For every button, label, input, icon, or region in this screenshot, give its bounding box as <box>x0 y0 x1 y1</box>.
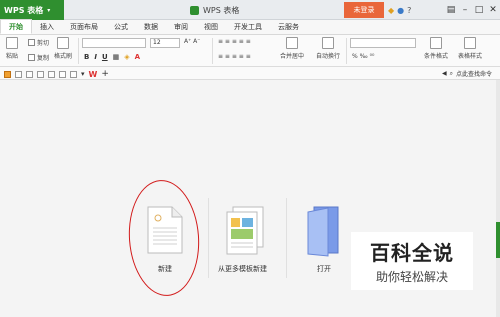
redo-icon[interactable] <box>70 70 77 78</box>
tab-insert[interactable]: 插入 <box>32 19 62 34</box>
window-controls: ▤ – □ ✕ <box>444 0 500 20</box>
new-from-template-label: 从更多模板新建 <box>218 265 267 273</box>
merge-icon <box>286 37 298 49</box>
new-document-icon <box>147 206 183 254</box>
bold-button[interactable]: B <box>84 53 89 61</box>
titlebar-icons: ◆ ● ? <box>388 0 411 20</box>
tab-view[interactable]: 视图 <box>196 19 226 34</box>
theme-icon[interactable]: ● <box>397 6 404 15</box>
tab-formulas[interactable]: 公式 <box>106 19 136 34</box>
app-menu-button[interactable]: WPS 表格 ▾ <box>0 0 64 20</box>
side-panel-edge <box>496 80 500 317</box>
number-format-select[interactable] <box>350 38 416 48</box>
tab-page-layout[interactable]: 页面布局 <box>62 19 106 34</box>
maximize-button[interactable]: □ <box>472 0 486 20</box>
merge-center-button[interactable]: 合并居中 <box>280 37 304 60</box>
font-color-icon[interactable]: A <box>135 53 140 61</box>
window-title-text: WPS 表格 <box>203 5 240 15</box>
conditional-format-icon <box>430 37 442 49</box>
copy-icon <box>28 54 35 61</box>
watermark-title: 百科全说 <box>370 241 454 265</box>
login-button[interactable]: 未登录 <box>344 2 384 18</box>
italic-button[interactable]: I <box>94 53 97 61</box>
side-panel-toggle[interactable] <box>496 222 500 258</box>
number-format-icons[interactable]: % ‰ ⁰⁰ <box>352 53 374 60</box>
cut-button[interactable]: 剪切 <box>28 38 49 47</box>
open-card[interactable]: 打开 <box>306 206 342 274</box>
format-painter-button[interactable]: 格式刷 <box>54 37 72 60</box>
divider <box>78 38 79 64</box>
add-tab-icon[interactable]: + <box>101 69 109 79</box>
menu-icon[interactable]: ▤ <box>444 0 458 20</box>
fill-color-icon[interactable]: ◈ <box>124 53 129 61</box>
brush-icon <box>57 37 69 49</box>
border-icon[interactable]: ▦ <box>113 53 120 61</box>
minimize-button[interactable]: – <box>458 0 472 20</box>
arrow-left-icon: ◀ <box>441 70 447 77</box>
chevron-down-icon[interactable]: ▾ <box>81 70 85 78</box>
undo-icon[interactable] <box>59 70 66 78</box>
font-size-select[interactable]: 12 <box>150 38 180 48</box>
command-search[interactable]: ◀ ⌕ 点此查找命令 <box>441 69 492 79</box>
close-button[interactable]: ✕ <box>486 0 500 20</box>
font-grow-button[interactable]: A⁺ A⁻ <box>184 38 200 45</box>
paste-button[interactable]: 粘贴 <box>6 37 18 60</box>
open-label: 打开 <box>317 265 331 273</box>
new-document-card[interactable]: 新建 <box>146 206 184 274</box>
divider <box>346 38 347 64</box>
wps-w-icon[interactable]: W <box>89 70 98 79</box>
divider <box>286 198 287 278</box>
window-title: WPS 表格 <box>190 0 239 20</box>
divider <box>212 38 213 64</box>
ribbon-toolbar: 粘贴 剪切 复制 格式刷 12 A⁺ A⁻ B I U ▦ ◈ A ≡ ≡ ≡ … <box>0 35 500 67</box>
underline-button[interactable]: U <box>102 53 108 61</box>
scissors-icon <box>28 39 35 46</box>
quick-access-toolbar: ▾ W + ◀ ⌕ 点此查找命令 <box>0 67 500 80</box>
watermark-subtitle: 助你轻松解决 <box>375 270 448 284</box>
divider <box>208 198 209 278</box>
wrap-icon <box>322 37 334 49</box>
save-icon[interactable] <box>15 70 22 78</box>
wps-logo-icon <box>190 5 199 15</box>
font-format-row: B I U ▦ ◈ A <box>84 53 140 61</box>
new-from-template-card[interactable]: 从更多模板新建 <box>218 206 267 274</box>
paste-icon <box>6 37 18 49</box>
app-name: WPS 表格 <box>4 5 44 15</box>
search-icon: ⌕ <box>449 69 453 77</box>
help-icon[interactable]: ? <box>407 6 411 15</box>
skin-icon[interactable]: ◆ <box>388 6 394 15</box>
tab-cloud[interactable]: 云服务 <box>270 19 307 34</box>
table-style-button[interactable]: 表格样式 <box>458 37 482 60</box>
table-style-icon <box>464 37 476 49</box>
print-icon[interactable] <box>26 70 33 78</box>
chevron-down-icon: ▾ <box>47 6 51 14</box>
tab-data[interactable]: 数据 <box>136 19 166 34</box>
new-document-label: 新建 <box>158 265 172 273</box>
watermark: 百科全说 助你轻松解决 <box>351 232 473 290</box>
export-icon[interactable] <box>48 70 55 78</box>
command-search-label: 点此查找命令 <box>455 71 492 78</box>
title-bar: WPS 表格 ▾ WPS 表格 未登录 ◆ ● ? ▤ – □ ✕ <box>0 0 500 20</box>
tab-developer[interactable]: 开发工具 <box>226 19 270 34</box>
open-folder-icon <box>307 206 339 257</box>
template-icon <box>226 206 263 255</box>
tab-home[interactable]: 开始 <box>0 19 32 34</box>
conditional-format-button[interactable]: 条件格式 <box>424 37 448 60</box>
open-icon[interactable] <box>4 70 11 78</box>
align-top-row[interactable]: ≡ ≡ ≡ ≡ ≡ <box>218 38 251 45</box>
copy-button[interactable]: 复制 <box>28 53 49 62</box>
tab-review[interactable]: 审阅 <box>166 19 196 34</box>
font-name-select[interactable] <box>82 38 146 48</box>
ribbon-tabs: 开始 插入 页面布局 公式 数据 审阅 视图 开发工具 云服务 <box>0 19 500 35</box>
align-bottom-row[interactable]: ≡ ≡ ≡ ≡ ≡ <box>218 53 251 60</box>
wrap-text-button[interactable]: 自动换行 <box>316 37 340 60</box>
print-preview-icon[interactable] <box>37 70 44 78</box>
